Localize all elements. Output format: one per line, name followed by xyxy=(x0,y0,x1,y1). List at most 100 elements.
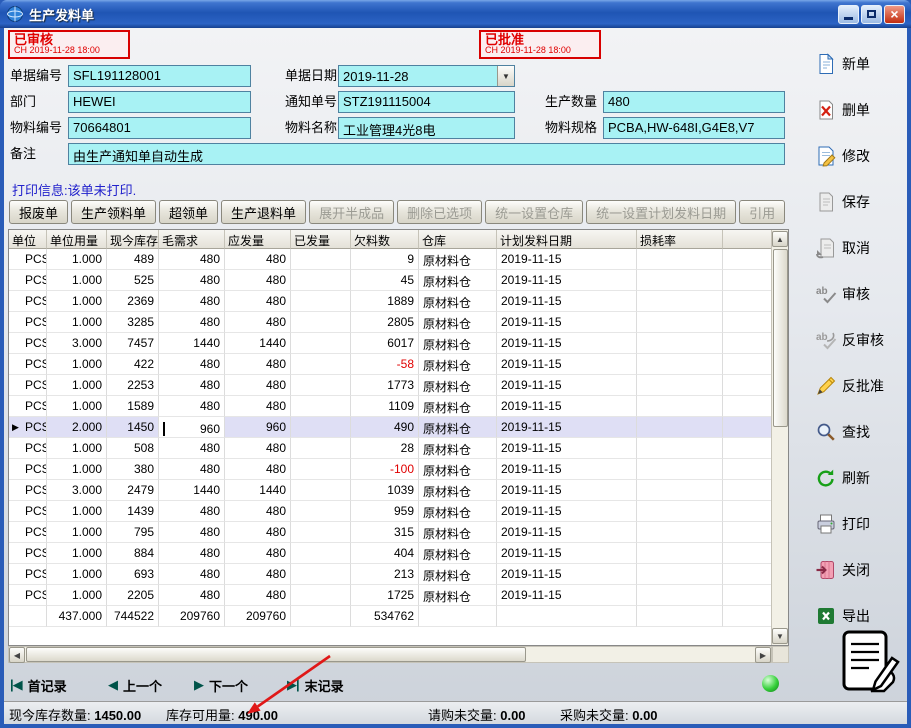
grid-cell[interactable]: 480 xyxy=(225,438,291,459)
grid-cell[interactable]: 1.000 xyxy=(47,522,107,543)
grid-row[interactable]: PCS3.0007457144014406017原材料仓2019-11-15 xyxy=(9,333,771,354)
grid-cell[interactable]: PCS xyxy=(9,501,47,522)
grid-cell[interactable]: 480 xyxy=(159,438,225,459)
grid-cell[interactable]: 1.000 xyxy=(47,249,107,270)
grid-cell[interactable]: 2019-11-15 xyxy=(497,417,637,438)
toolbar-over_issue-button[interactable]: 超领单 xyxy=(159,200,218,224)
grid-row[interactable]: PCS3.0002479144014401039原材料仓2019-11-15 xyxy=(9,480,771,501)
grid-cell[interactable]: 480 xyxy=(159,270,225,291)
scroll-up-icon[interactable]: ▲ xyxy=(772,231,788,247)
toolbar-quote-button[interactable]: 引用 xyxy=(739,200,785,224)
grid-cell[interactable] xyxy=(291,312,351,333)
grid-cell[interactable]: 1450 xyxy=(107,417,159,438)
grid-cell[interactable]: 480 xyxy=(159,396,225,417)
sidebar-button-find[interactable]: 查找 xyxy=(815,418,870,446)
grid-cell[interactable] xyxy=(291,270,351,291)
grid-cell[interactable]: PCS xyxy=(9,354,47,375)
grid-row[interactable]: PCS1.000422480480-58原材料仓2019-11-15 xyxy=(9,354,771,375)
grid-cell[interactable]: 2369 xyxy=(107,291,159,312)
grid-cell[interactable]: 2019-11-15 xyxy=(497,396,637,417)
grid-cell[interactable] xyxy=(291,396,351,417)
grid-cell[interactable]: 380 xyxy=(107,459,159,480)
grid-cell[interactable]: 480 xyxy=(225,459,291,480)
grid-cell[interactable]: 534762 xyxy=(351,606,419,627)
grid-cell[interactable]: 480 xyxy=(159,522,225,543)
grid-cell[interactable]: 480 xyxy=(225,585,291,606)
grid-cell[interactable]: 1.000 xyxy=(47,543,107,564)
grid-hscrollbar[interactable]: ◀ ▶ xyxy=(8,646,772,663)
grid-cell[interactable]: 480 xyxy=(225,522,291,543)
grid-cell[interactable]: 1.000 xyxy=(47,270,107,291)
grid-cell[interactable] xyxy=(637,564,723,585)
department-field[interactable]: HEWEI xyxy=(68,91,251,113)
grid-cell[interactable]: 959 xyxy=(351,501,419,522)
grid-row[interactable]: PCS1.000693480480213原材料仓2019-11-15 xyxy=(9,564,771,585)
grid-cell[interactable]: 2019-11-15 xyxy=(497,459,637,480)
grid-row[interactable]: PCS1.00022054804801725原材料仓2019-11-15 xyxy=(9,585,771,606)
grid-cell[interactable]: 480 xyxy=(159,291,225,312)
grid-cell[interactable]: 2019-11-15 xyxy=(497,354,637,375)
grid-cell[interactable]: 1109 xyxy=(351,396,419,417)
grid-cell[interactable]: 489 xyxy=(107,249,159,270)
grid-cell[interactable]: 884 xyxy=(107,543,159,564)
dropdown-arrow-icon[interactable]: ▼ xyxy=(497,66,514,86)
grid-row[interactable]: PCS1.00022534804801773原材料仓2019-11-15 xyxy=(9,375,771,396)
grid-cell[interactable] xyxy=(637,585,723,606)
grid-cell[interactable]: 2019-11-15 xyxy=(497,522,637,543)
grid-cell[interactable]: 原材料仓 xyxy=(419,375,497,396)
grid-cell[interactable]: PCS xyxy=(9,480,47,501)
grid-cell[interactable]: 209760 xyxy=(159,606,225,627)
sidebar-button-audit[interactable]: ab审核 xyxy=(815,280,870,308)
grid-cell[interactable]: 480 xyxy=(159,312,225,333)
grid-row[interactable]: PCS1.000795480480315原材料仓2019-11-15 xyxy=(9,522,771,543)
grid-cell[interactable]: 480 xyxy=(225,375,291,396)
grid-cell[interactable] xyxy=(291,354,351,375)
column-header[interactable]: 单位 xyxy=(9,230,47,249)
maximize-button[interactable] xyxy=(861,5,882,24)
grid-cell[interactable]: 1440 xyxy=(225,333,291,354)
grid-cell[interactable]: 693 xyxy=(107,564,159,585)
vscroll-thumb[interactable] xyxy=(773,249,788,427)
grid-cell[interactable]: 2019-11-15 xyxy=(497,249,637,270)
grid-cell[interactable]: 213 xyxy=(351,564,419,585)
grid-row[interactable]: PCS1.000380480480-100原材料仓2019-11-15 xyxy=(9,459,771,480)
grid-cell[interactable]: 404 xyxy=(351,543,419,564)
grid-cell[interactable]: 480 xyxy=(159,375,225,396)
grid-cell[interactable]: PCS xyxy=(9,585,47,606)
grid-cell[interactable]: 480 xyxy=(225,396,291,417)
grid-cell[interactable]: 525 xyxy=(107,270,159,291)
grid-cell[interactable] xyxy=(637,249,723,270)
column-header[interactable]: 毛需求 xyxy=(159,230,225,249)
sidebar-button-print[interactable]: 打印 xyxy=(815,510,870,538)
grid-cell[interactable] xyxy=(291,543,351,564)
material-name-field[interactable]: 工业管理4光8电 xyxy=(338,117,515,139)
sidebar-button-unaudit[interactable]: ab反审核 xyxy=(815,326,884,354)
grid-cell[interactable]: 209760 xyxy=(225,606,291,627)
grid-cell[interactable]: 315 xyxy=(351,522,419,543)
grid-cell[interactable] xyxy=(291,606,351,627)
grid-cell[interactable]: 原材料仓 xyxy=(419,417,497,438)
sidebar-button-refresh[interactable]: 刷新 xyxy=(815,464,870,492)
grid-cell[interactable] xyxy=(9,606,47,627)
grid-cell[interactable]: 508 xyxy=(107,438,159,459)
grid-cell[interactable] xyxy=(637,606,723,627)
grid-cell[interactable]: PCS xyxy=(9,438,47,459)
grid-cell[interactable] xyxy=(637,438,723,459)
column-header[interactable]: 现今库存 xyxy=(107,230,159,249)
grid-cell[interactable]: 1.000 xyxy=(47,438,107,459)
grid-cell[interactable]: 原材料仓 xyxy=(419,459,497,480)
nav-next-record-button[interactable]: ▶下一个 xyxy=(194,673,248,697)
grid-vscrollbar[interactable]: ▲ ▼ xyxy=(771,230,788,645)
title-bar[interactable]: 生产发料单 × xyxy=(0,0,911,28)
grid-cell[interactable]: 480 xyxy=(159,564,225,585)
toolbar-issue-button[interactable]: 生产领料单 xyxy=(71,200,156,224)
column-header[interactable]: 欠料数 xyxy=(351,230,419,249)
grid-cell[interactable]: 28 xyxy=(351,438,419,459)
grid-cell[interactable]: 480 xyxy=(159,585,225,606)
doc-no-field[interactable]: SFL191128001 xyxy=(68,65,251,87)
grid-row[interactable]: PCS1.000884480480404原材料仓2019-11-15 xyxy=(9,543,771,564)
grid-cell[interactable] xyxy=(291,291,351,312)
grid-cell[interactable] xyxy=(637,417,723,438)
grid-cell[interactable] xyxy=(291,564,351,585)
grid-cell[interactable]: 原材料仓 xyxy=(419,501,497,522)
